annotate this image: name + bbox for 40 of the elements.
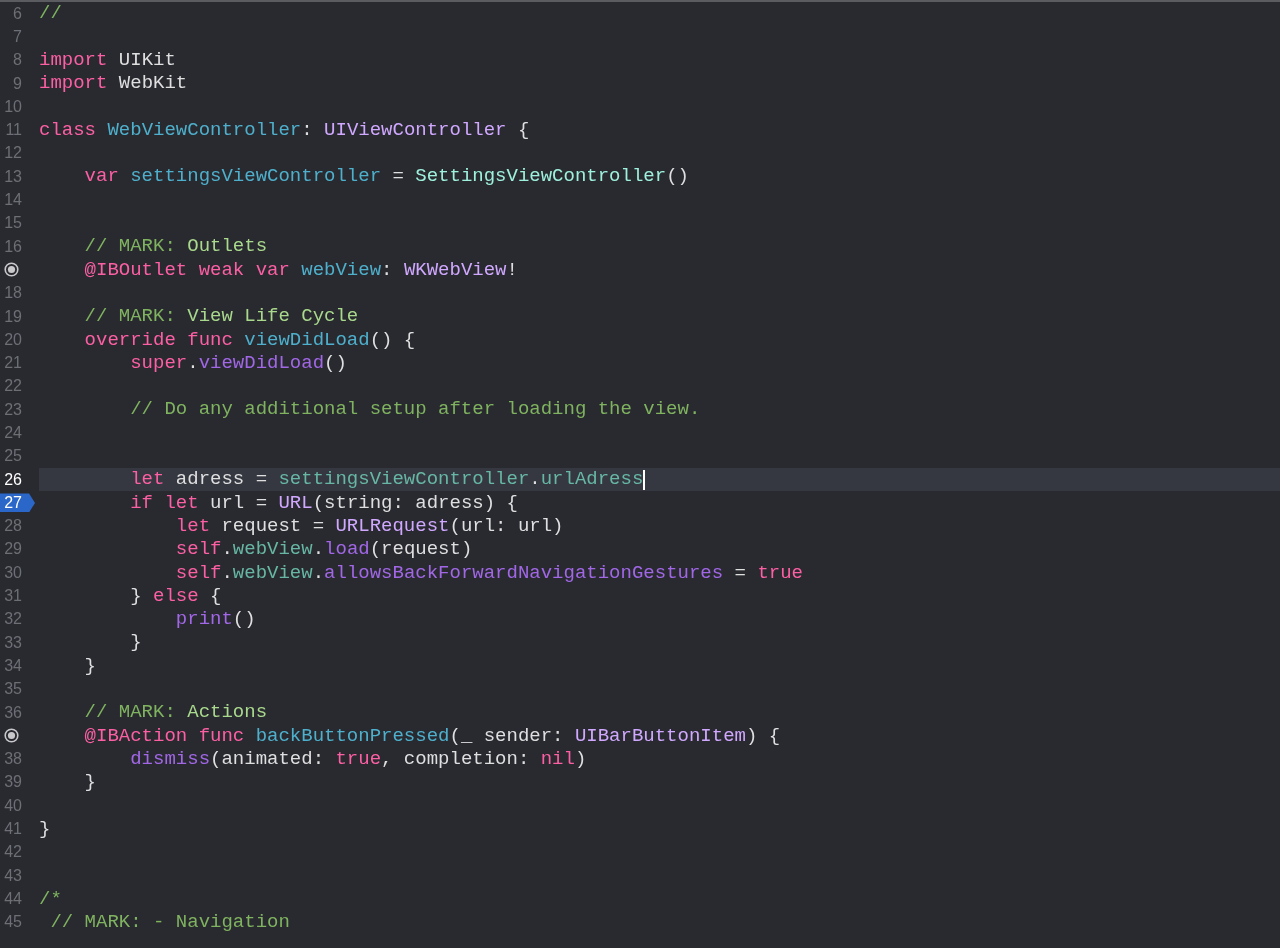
line-number: 11 bbox=[4, 120, 22, 141]
line-number: 36 bbox=[3, 702, 22, 723]
line-number: 16 bbox=[3, 236, 22, 257]
line-number: 23 bbox=[3, 399, 22, 420]
line-number: 19 bbox=[3, 306, 22, 327]
line-number: 10 bbox=[3, 96, 22, 117]
line-number: 38 bbox=[3, 749, 22, 770]
breakpoint-marker[interactable]: 27 bbox=[0, 493, 35, 513]
line-number: 32 bbox=[3, 609, 22, 630]
line-number: 26 bbox=[3, 469, 22, 490]
line-number: 30 bbox=[3, 562, 22, 583]
line-number: 45 bbox=[3, 912, 22, 933]
line-number: 35 bbox=[3, 679, 22, 700]
line-number: 28 bbox=[3, 516, 22, 537]
connection-circle-icon[interactable] bbox=[4, 728, 19, 744]
line-number: 22 bbox=[3, 376, 22, 397]
line-number: 7 bbox=[12, 26, 22, 47]
line-number: 20 bbox=[3, 329, 22, 350]
line-number: 29 bbox=[3, 539, 22, 560]
line-number: 14 bbox=[3, 190, 22, 211]
line-number: 25 bbox=[3, 446, 22, 467]
connection-circle-icon[interactable] bbox=[4, 262, 19, 278]
line-number: 31 bbox=[3, 586, 22, 607]
line-number: 12 bbox=[3, 143, 22, 164]
line-number: 9 bbox=[12, 73, 22, 94]
line-number: 24 bbox=[3, 423, 22, 443]
line-number: 41 bbox=[3, 819, 22, 840]
line-number: 42 bbox=[3, 842, 22, 863]
line-number: 21 bbox=[3, 353, 22, 374]
line-number: 44 bbox=[3, 888, 22, 909]
line-number: 8 bbox=[12, 50, 22, 71]
line-number: 15 bbox=[3, 213, 22, 234]
line-number: 43 bbox=[3, 865, 22, 886]
line-number: 39 bbox=[3, 772, 22, 793]
line-number: 18 bbox=[3, 283, 22, 304]
line-number: 40 bbox=[3, 795, 22, 816]
line-number: 6 bbox=[12, 3, 22, 24]
line-number: 34 bbox=[3, 655, 22, 676]
line-number: 13 bbox=[3, 166, 22, 187]
line-number: 33 bbox=[3, 632, 22, 653]
